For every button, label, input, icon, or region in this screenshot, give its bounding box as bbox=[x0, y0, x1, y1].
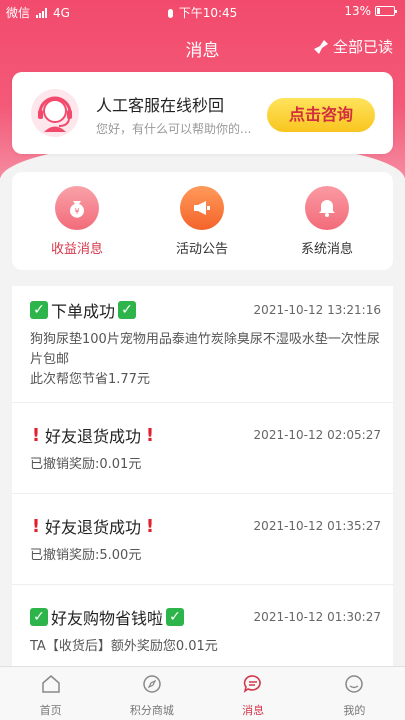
message-title: ✓ 好友购物省钱啦 ✓ bbox=[30, 605, 185, 629]
tab-bar: 首页 积分商城 消息 我的 bbox=[0, 666, 405, 720]
message-item[interactable]: ! 好友退货成功 ! 2021-10-12 02:05:27 已撤销奖励:0.0… bbox=[12, 403, 393, 494]
service-subtitle: 您好，有什么可以帮助你的... bbox=[96, 122, 252, 136]
read-all-button[interactable]: 全部已读 bbox=[313, 36, 393, 57]
category-label: 收益消息 bbox=[50, 242, 103, 257]
tab-home[interactable]: 首页 bbox=[0, 667, 101, 720]
message-time: 2021-10-12 02:05:27 bbox=[253, 428, 381, 442]
exclamation-icon: ! bbox=[145, 515, 155, 537]
message-title-text: 好友退货成功 bbox=[45, 518, 142, 537]
message-title-text: 下单成功 bbox=[51, 302, 116, 321]
clock-label: 下午10:45 bbox=[178, 6, 238, 20]
message-title: ! 好友退货成功 ! bbox=[30, 423, 156, 447]
category-system[interactable]: 系统消息 bbox=[282, 186, 372, 257]
exclamation-icon: ! bbox=[31, 515, 41, 537]
tab-label: 消息 bbox=[242, 704, 265, 717]
check-icon: ✓ bbox=[30, 608, 48, 626]
message-title-text: 好友购物省钱啦 bbox=[51, 609, 164, 628]
screen: 微信 4G 下午10:45 13% 消息 全部已读 人工客服在线秒回 您好，有什… bbox=[0, 0, 405, 720]
chat-icon bbox=[243, 675, 261, 693]
message-category-card: ¥ 收益消息 活动公告 系统消息 bbox=[12, 172, 393, 270]
tab-profile[interactable]: 我的 bbox=[304, 667, 405, 720]
exclamation-icon: ! bbox=[145, 424, 155, 446]
message-body: TA【收货后】额外奖励您0.01元 bbox=[30, 637, 381, 657]
message-time: 2021-10-12 01:30:27 bbox=[253, 610, 381, 624]
tab-label: 首页 bbox=[39, 704, 62, 717]
message-body: 已撤销奖励:0.01元 bbox=[30, 455, 381, 475]
compass-icon bbox=[143, 675, 161, 693]
message-savings: 此次帮您节省1.77元 bbox=[30, 372, 150, 387]
message-body: 狗狗尿垫100片宠物用品泰迪竹炭除臭尿不湿吸水垫一次性尿片包邮 此次帮您节省1.… bbox=[30, 330, 381, 390]
message-item[interactable]: ✓ 好友购物省钱啦 ✓ 2021-10-12 01:30:27 TA【收货后】额… bbox=[12, 585, 393, 666]
message-detail: 已撤销奖励:5.00元 bbox=[30, 548, 142, 563]
message-detail: 狗狗尿垫100片宠物用品泰迪竹炭除臭尿不湿吸水垫一次性尿片包邮 bbox=[30, 332, 380, 367]
battery-icon bbox=[375, 6, 397, 16]
message-body: 已撤销奖励:5.00元 bbox=[30, 546, 381, 566]
battery-label: 13% bbox=[344, 4, 371, 18]
service-title: 人工客服在线秒回 bbox=[96, 96, 225, 115]
microphone-icon bbox=[167, 9, 173, 18]
tab-messages[interactable]: 消息 bbox=[203, 667, 304, 720]
consult-button[interactable]: 点击咨询 bbox=[267, 98, 375, 132]
message-item[interactable]: ! 好友退货成功 ! 2021-10-12 01:35:27 已撤销奖励:5.0… bbox=[12, 494, 393, 585]
message-title: ! 好友退货成功 ! bbox=[30, 514, 156, 538]
profile-icon bbox=[345, 675, 364, 693]
message-title: ✓ 下单成功 ✓ bbox=[30, 298, 137, 322]
message-time: 2021-10-12 13:21:16 bbox=[253, 303, 381, 317]
megaphone-icon bbox=[180, 186, 224, 230]
svg-text:¥: ¥ bbox=[74, 207, 79, 216]
message-list: ✓ 下单成功 ✓ 2021-10-12 13:21:16 狗狗尿垫100片宠物用… bbox=[12, 286, 393, 666]
moneybag-icon: ¥ bbox=[55, 186, 99, 230]
bell-icon bbox=[305, 186, 349, 230]
customer-service-icon bbox=[31, 89, 79, 137]
tab-label: 积分商城 bbox=[129, 704, 174, 717]
category-label: 活动公告 bbox=[175, 242, 228, 257]
customer-service-card[interactable]: 人工客服在线秒回 您好，有什么可以帮助你的... 点击咨询 bbox=[12, 72, 393, 154]
broom-icon bbox=[313, 39, 328, 54]
category-activity[interactable]: 活动公告 bbox=[157, 186, 247, 257]
message-item[interactable]: ✓ 下单成功 ✓ 2021-10-12 13:21:16 狗狗尿垫100片宠物用… bbox=[12, 286, 393, 403]
tab-points-mall[interactable]: 积分商城 bbox=[101, 667, 202, 720]
check-icon: ✓ bbox=[118, 301, 137, 319]
category-earnings[interactable]: ¥ 收益消息 bbox=[32, 186, 122, 257]
message-detail: TA【收货后】额外奖励您0.01元 bbox=[30, 639, 218, 654]
status-bar: 微信 4G 下午10:45 13% bbox=[0, 0, 405, 24]
check-icon: ✓ bbox=[30, 301, 48, 319]
message-time: 2021-10-12 01:35:27 bbox=[253, 519, 381, 533]
exclamation-icon: ! bbox=[31, 424, 41, 446]
message-title-text: 好友退货成功 bbox=[45, 427, 142, 446]
tab-label: 我的 bbox=[343, 704, 366, 717]
home-icon bbox=[41, 675, 60, 693]
check-icon: ✓ bbox=[166, 608, 185, 626]
read-all-label: 全部已读 bbox=[332, 38, 393, 56]
message-detail: 已撤销奖励:0.01元 bbox=[30, 457, 142, 472]
category-label: 系统消息 bbox=[300, 242, 353, 257]
